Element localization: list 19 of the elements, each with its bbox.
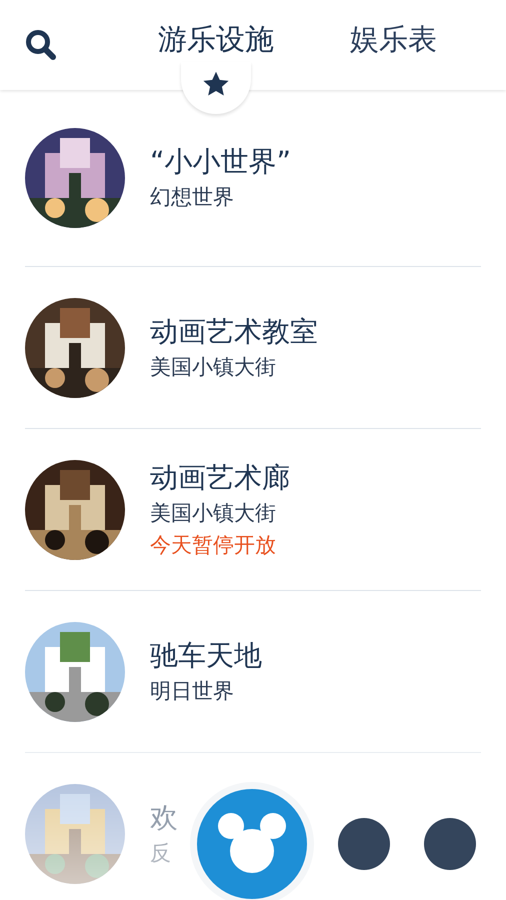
search-icon[interactable] xyxy=(24,28,58,62)
attraction-title: 动画艺术廊 xyxy=(150,460,290,496)
tab-notch[interactable] xyxy=(181,62,251,114)
star-icon xyxy=(202,70,230,98)
round-button[interactable] xyxy=(338,818,390,870)
attraction-title: 驰车天地 xyxy=(150,638,262,674)
attraction-location: 明日世界 xyxy=(150,678,235,704)
tab[interactable]: 游乐设施 xyxy=(158,22,274,56)
attraction-location: 幻想世界 xyxy=(150,184,235,211)
tab[interactable]: 娱乐表 xyxy=(350,22,437,56)
attraction-title: 欢 xyxy=(150,800,178,836)
attraction-location: 美国小镇大街 xyxy=(150,500,277,526)
status-text: 今天暂停开放 xyxy=(150,532,277,558)
attraction-title: 动画艺术教室 xyxy=(150,314,318,350)
attraction-location: 反 xyxy=(150,840,172,866)
attraction-location: 美国小镇大街 xyxy=(150,354,277,380)
attraction-title: “小小世界” xyxy=(150,144,292,180)
round-button[interactable] xyxy=(424,818,476,870)
mickey-button[interactable] xyxy=(197,789,307,899)
